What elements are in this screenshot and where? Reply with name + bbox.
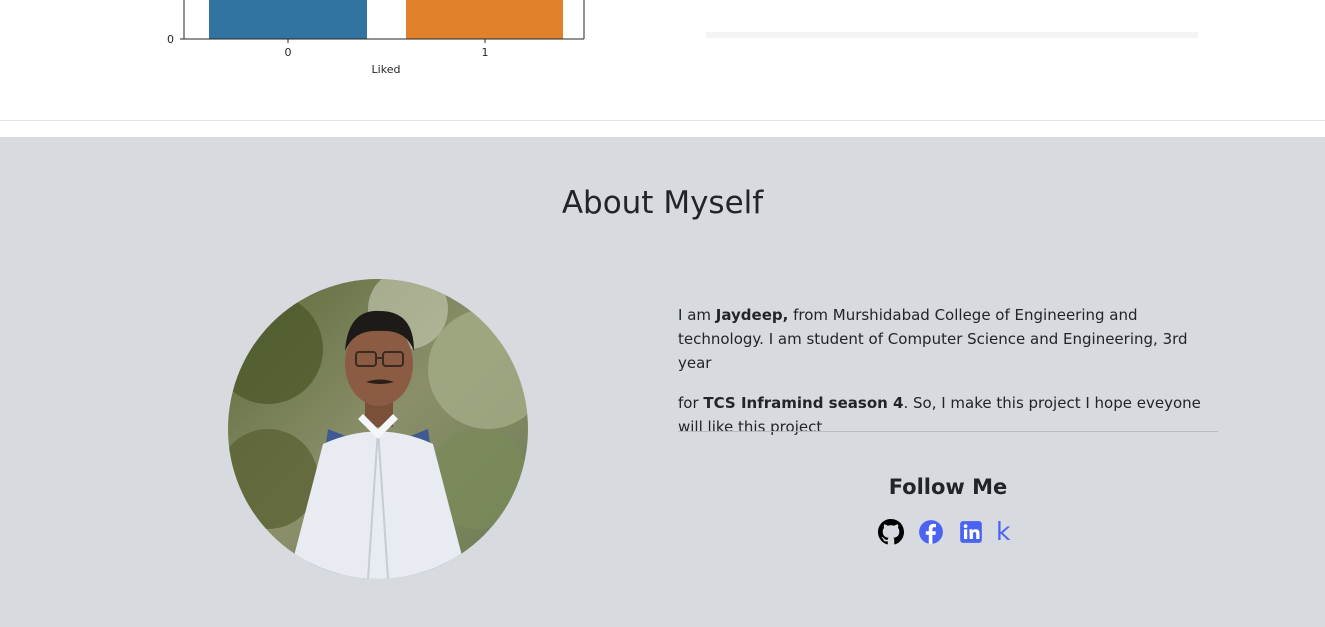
x-tick-label-0: 0	[285, 46, 292, 59]
facebook-icon[interactable]	[918, 519, 944, 545]
about-section: About Myself I am Jaydeep, from Murshida…	[0, 137, 1325, 627]
follow-title: Follow Me	[888, 475, 1008, 499]
bio-name: Jaydeep,	[715, 306, 789, 324]
bio-event-name: TCS Inframind season 4	[703, 394, 904, 412]
bar-0	[209, 0, 367, 39]
social-links: k	[878, 519, 1010, 545]
chart-section: 0 0 1 Liked	[0, 0, 1325, 121]
y-tick-label-0: 0	[167, 33, 174, 46]
bio-p1-prefix: I am	[678, 306, 716, 324]
github-icon[interactable]	[878, 519, 904, 545]
kaggle-icon[interactable]: k	[996, 519, 1010, 545]
linkedin-icon[interactable]	[958, 519, 984, 545]
progress-bar-track	[706, 32, 1198, 38]
bio-p2-prefix: for	[678, 394, 704, 412]
x-tick-label-1: 1	[482, 46, 489, 59]
bio-text: I am Jaydeep, from Murshidabad College o…	[678, 303, 1218, 455]
chart-svg: 0 0 1 Liked	[167, 0, 585, 76]
section-divider	[678, 431, 1218, 432]
about-title: About Myself	[561, 185, 764, 221]
bar-chart: 0 0 1 Liked	[160, 0, 600, 90]
profile-avatar	[228, 279, 528, 579]
bio-paragraph-1: I am Jaydeep, from Murshidabad College o…	[678, 303, 1218, 375]
x-axis-label: Liked	[372, 63, 401, 76]
profile-photo	[228, 279, 528, 579]
bar-1	[406, 0, 563, 39]
